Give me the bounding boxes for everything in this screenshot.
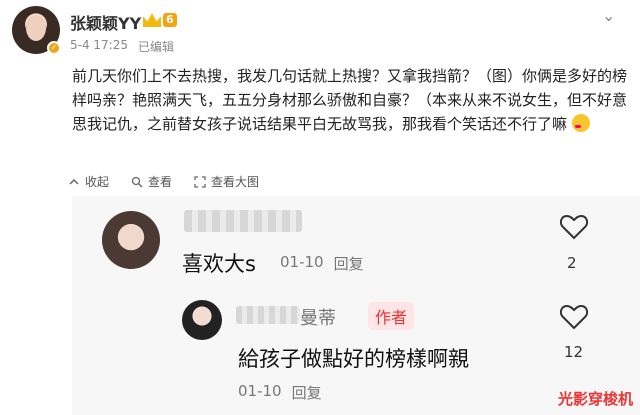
comment2-avatar	[182, 300, 222, 340]
post-meta: 5-4 17:25 已编辑	[70, 38, 174, 55]
comment1-time: 01-10	[280, 253, 324, 271]
view-button[interactable]: 查看	[131, 173, 172, 190]
verified-badge-icon: ✓	[47, 41, 61, 55]
comment2-meta: 01-10 回复	[238, 382, 322, 403]
comment1-name-mosaic	[184, 210, 302, 232]
like-heart-icon[interactable]	[560, 214, 588, 240]
comment2-name: 曼蒂	[300, 308, 336, 329]
author-tag: 作者	[368, 302, 415, 330]
comment1-like-count: 2	[567, 254, 577, 272]
vip-level: 6	[163, 13, 177, 27]
comment1-reply[interactable]: 回复	[334, 253, 364, 274]
more-options-button[interactable]: ⌄	[602, 6, 615, 25]
post-content: 前几天你们上不去热搜，我发几句话就上热搜？又拿我挡箭？（图）你俩是多好的榜样吗亲…	[72, 64, 628, 136]
crown-icon	[143, 13, 161, 27]
vip-badge[interactable]: 6	[143, 12, 177, 28]
comment2-reply[interactable]: 回复	[292, 382, 322, 403]
collapse-label: 收起	[85, 175, 110, 189]
collapse-icon	[69, 178, 79, 185]
comment2-name-mosaic	[236, 306, 300, 324]
search-icon	[131, 176, 143, 187]
view-label: 查看	[148, 175, 173, 189]
comment-screenshot: 喜欢大s 01-10 回复 2 曼蒂 作者 給孩子做點好的榜樣啊親 01-10 …	[72, 196, 640, 415]
comment2-text: 給孩子做點好的榜樣啊親	[238, 347, 469, 371]
post-actions: 收起 查看 查看大图	[68, 173, 259, 190]
comment2-like-count: 12	[564, 343, 584, 361]
post-time: 5-4 17:25	[70, 38, 128, 52]
expand-icon	[194, 175, 206, 188]
view-large-image-label: 查看大图	[211, 175, 260, 189]
comment1-meta: 01-10 回复	[280, 253, 364, 274]
view-large-image-button[interactable]: 查看大图	[194, 173, 259, 190]
emoji-icon	[571, 114, 590, 132]
collapse-button[interactable]: 收起	[68, 173, 109, 190]
comment2-time: 01-10	[238, 382, 282, 400]
comment1-text: 喜欢大s	[182, 252, 256, 276]
post-text: 前几天你们上不去热搜，我发几句话就上热搜？又拿我挡箭？（图）你俩是多好的榜样吗亲…	[72, 67, 628, 133]
avatar-face	[26, 15, 46, 41]
watermark: 光影穿梭机	[558, 390, 634, 408]
weibo-post: ✓ 张颖颖YY 6 5-4 17:25 已编辑 ⌄ 前几天你们上不去热搜，我发几…	[0, 0, 640, 196]
username[interactable]: 张颖颖YY	[70, 10, 141, 34]
comment1-avatar	[102, 211, 160, 269]
like-heart-icon[interactable]	[560, 304, 588, 330]
edited-label[interactable]: 已编辑	[138, 38, 174, 55]
